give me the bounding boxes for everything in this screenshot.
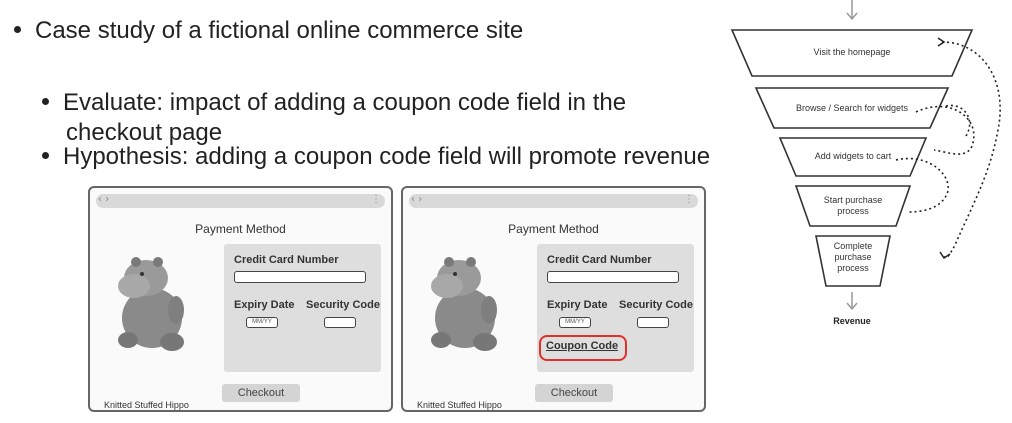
bullet-text: Case study of a fictional online commerc… bbox=[35, 17, 524, 44]
expiry-input[interactable]: MM/YY bbox=[246, 317, 278, 328]
bullet-dot bbox=[42, 152, 49, 160]
funnel-stage-label: Start purchase process bbox=[823, 195, 883, 216]
expiry-label: Expiry Date bbox=[547, 299, 608, 311]
funnel-stage-label: Add widgets to cart bbox=[814, 151, 892, 161]
bullet-hypothesis: Hypothesis: adding a coupon code field w… bbox=[42, 142, 710, 172]
menu-icon: ⋮ bbox=[684, 194, 694, 205]
hippo-image bbox=[118, 257, 184, 351]
mockup-control: ‹ › ⋮ Payment Method Knitted Stuffed Hip… bbox=[88, 186, 393, 412]
security-code-label: Security Code bbox=[306, 299, 380, 311]
payment-form: Credit Card Number Expiry Date Security … bbox=[537, 244, 694, 372]
mockup-variant: ‹ › ⋮ Payment Method Knitted Stuffed Hip… bbox=[401, 186, 706, 412]
funnel-stage-label: Complete purchase process bbox=[833, 241, 873, 273]
hippo-image bbox=[431, 257, 497, 351]
product-caption: Knitted Stuffed Hippo bbox=[104, 400, 189, 410]
coupon-code-link[interactable]: Coupon Code bbox=[546, 340, 618, 352]
bullet-evaluate: Evaluate: impact of adding a coupon code… bbox=[42, 88, 692, 148]
bullet-text: Evaluate: impact of adding a coupon code… bbox=[63, 89, 627, 116]
funnel-stage-label: Visit the homepage bbox=[813, 47, 891, 57]
card-number-input[interactable] bbox=[547, 271, 679, 283]
payment-form: Credit Card Number Expiry Date Security … bbox=[224, 244, 381, 372]
bullet-text: Hypothesis: adding a coupon code field w… bbox=[63, 143, 711, 170]
bullet-dot bbox=[14, 26, 21, 34]
bullet-case-study: Case study of a fictional online commerc… bbox=[14, 16, 523, 46]
page-title: Payment Method bbox=[508, 222, 599, 236]
funnel-outcome-label: Revenue bbox=[833, 316, 871, 326]
back-forward-icon: ‹ › bbox=[98, 194, 110, 205]
product-caption: Knitted Stuffed Hippo bbox=[417, 400, 502, 410]
expiry-input[interactable]: MM/YY bbox=[559, 317, 591, 328]
checkout-button[interactable]: Checkout bbox=[222, 384, 300, 402]
address-bar bbox=[409, 194, 698, 208]
bullet-dot bbox=[42, 98, 49, 106]
page-title: Payment Method bbox=[195, 222, 286, 236]
expiry-placeholder: MM/YY bbox=[252, 319, 272, 325]
card-number-label: Credit Card Number bbox=[234, 254, 339, 266]
funnel-stage-label: Browse / Search for widgets bbox=[795, 103, 909, 113]
conversion-funnel: Visit the homepage Browse / Search for w… bbox=[720, 0, 1012, 423]
expiry-label: Expiry Date bbox=[234, 299, 295, 311]
card-number-input[interactable] bbox=[234, 271, 366, 283]
expiry-placeholder: MM/YY bbox=[565, 319, 585, 325]
back-forward-icon: ‹ › bbox=[411, 194, 423, 205]
checkout-button[interactable]: Checkout bbox=[535, 384, 613, 402]
security-code-input[interactable] bbox=[324, 317, 356, 328]
security-code-label: Security Code bbox=[619, 299, 693, 311]
card-number-label: Credit Card Number bbox=[547, 254, 652, 266]
security-code-input[interactable] bbox=[637, 317, 669, 328]
address-bar bbox=[96, 194, 385, 208]
menu-icon: ⋮ bbox=[371, 194, 381, 205]
